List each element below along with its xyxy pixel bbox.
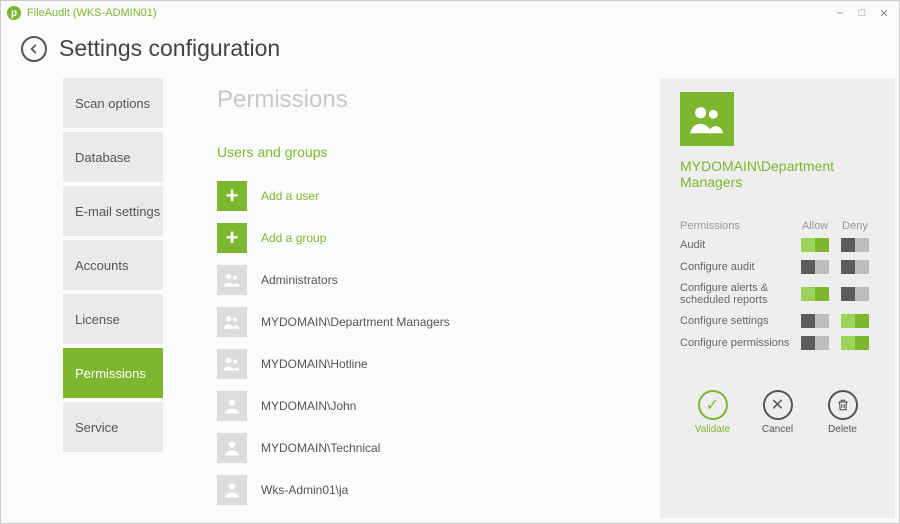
delete-label: Delete	[818, 424, 868, 435]
perm-row-configure-audit: Configure audit	[680, 260, 875, 274]
sidebar-item-label: Accounts	[75, 258, 128, 273]
list-item-label: Administrators	[261, 273, 338, 287]
list-item-label: MYDOMAIN\Hotline	[261, 357, 368, 371]
list-item[interactable]: MYDOMAIN\Technical	[217, 430, 640, 466]
column-deny: Deny	[835, 220, 875, 232]
group-icon	[217, 265, 247, 295]
sidebar-item-accounts[interactable]: Accounts	[63, 240, 163, 294]
window-title: FileAudit (WKS-ADMIN01)	[27, 7, 157, 19]
allow-toggle[interactable]	[801, 314, 829, 328]
list-item[interactable]: MYDOMAIN\Hotline	[217, 346, 640, 382]
plus-icon: +	[217, 181, 247, 211]
titlebar: p FileAudit (WKS-ADMIN01) – □ ✕	[1, 1, 899, 25]
list-item-label: MYDOMAIN\Department Managers	[261, 315, 450, 329]
perm-row-configure-permissions: Configure permissions	[680, 336, 875, 350]
allow-toggle[interactable]	[801, 260, 829, 274]
panel-actions: ✓ Validate ✕ Cancel Delete	[680, 390, 875, 435]
settings-sidebar: Scan options Database E-mail settings Ac…	[1, 78, 169, 518]
list-item[interactable]: MYDOMAIN\Department Managers	[217, 304, 640, 340]
allow-toggle[interactable]	[801, 287, 829, 301]
list-item[interactable]: Administrators	[217, 262, 640, 298]
sidebar-item-database[interactable]: Database	[63, 132, 163, 186]
group-large-icon	[680, 92, 734, 146]
maximize-button[interactable]: □	[853, 7, 871, 19]
minimize-button[interactable]: –	[831, 7, 849, 19]
sidebar-item-label: Scan options	[75, 96, 150, 111]
sidebar-item-service[interactable]: Service	[63, 402, 163, 456]
back-button[interactable]	[21, 36, 47, 62]
deny-toggle[interactable]	[841, 314, 869, 328]
sidebar-item-label: License	[75, 312, 120, 327]
deny-toggle[interactable]	[841, 287, 869, 301]
deny-toggle[interactable]	[841, 260, 869, 274]
add-group-label: Add a group	[261, 231, 326, 245]
perm-label: Configure settings	[680, 315, 795, 327]
list-item-label: Wks-Admin01\ja	[261, 483, 348, 497]
list-item[interactable]: MYDOMAIN\John	[217, 388, 640, 424]
close-button[interactable]: ✕	[875, 7, 893, 20]
group-icon	[217, 349, 247, 379]
perm-row-configure-alerts: Configure alerts & scheduled reports	[680, 282, 875, 306]
arrow-left-icon	[27, 42, 41, 56]
list-item[interactable]: Wks-Admin01\ja	[217, 472, 640, 508]
list-item-label: MYDOMAIN\John	[261, 399, 356, 413]
plus-icon: +	[217, 223, 247, 253]
deny-toggle[interactable]	[841, 238, 869, 252]
sidebar-item-license[interactable]: License	[63, 294, 163, 348]
perm-row-audit: Audit	[680, 238, 875, 252]
users-groups-list: + Add a user + Add a group Administrator…	[217, 178, 640, 508]
main-area: Permissions Users and groups + Add a use…	[169, 78, 660, 518]
user-icon	[217, 391, 247, 421]
app-icon: p	[7, 6, 21, 20]
permissions-table-head: Permissions Allow Deny	[680, 220, 875, 232]
column-permissions: Permissions	[680, 220, 795, 232]
sidebar-item-scan-options[interactable]: Scan options	[63, 78, 163, 132]
perm-label: Configure audit	[680, 261, 795, 273]
page-header: Settings configuration	[1, 25, 899, 78]
panel-title: MYDOMAIN\Department Managers	[680, 158, 875, 190]
page-title: Settings configuration	[59, 35, 280, 62]
perm-label: Configure permissions	[680, 337, 795, 349]
trash-icon	[828, 390, 858, 420]
sidebar-item-permissions[interactable]: Permissions	[63, 348, 163, 402]
perm-row-configure-settings: Configure settings	[680, 314, 875, 328]
validate-button[interactable]: ✓ Validate	[688, 390, 738, 435]
sidebar-item-label: Permissions	[75, 366, 146, 381]
user-icon	[217, 475, 247, 505]
group-icon	[217, 307, 247, 337]
allow-toggle[interactable]	[801, 336, 829, 350]
cancel-button[interactable]: ✕ Cancel	[753, 390, 803, 435]
add-group-action[interactable]: + Add a group	[217, 220, 640, 256]
allow-toggle[interactable]	[801, 238, 829, 252]
sidebar-item-label: Service	[75, 420, 118, 435]
close-icon: ✕	[763, 390, 793, 420]
sidebar-item-label: E-mail settings	[75, 204, 160, 219]
section-title: Permissions	[217, 86, 640, 114]
add-user-label: Add a user	[261, 189, 319, 203]
subsection-title: Users and groups	[217, 144, 640, 160]
permissions-panel: MYDOMAIN\Department Managers Permissions…	[660, 78, 895, 518]
column-allow: Allow	[795, 220, 835, 232]
user-icon	[217, 433, 247, 463]
permissions-table: Permissions Allow Deny Audit Configure a…	[680, 220, 875, 350]
add-user-action[interactable]: + Add a user	[217, 178, 640, 214]
perm-label: Audit	[680, 239, 795, 251]
cancel-label: Cancel	[753, 424, 803, 435]
deny-toggle[interactable]	[841, 336, 869, 350]
check-icon: ✓	[698, 390, 728, 420]
validate-label: Validate	[688, 424, 738, 435]
content: Scan options Database E-mail settings Ac…	[1, 78, 899, 518]
delete-button[interactable]: Delete	[818, 390, 868, 435]
perm-label: Configure alerts & scheduled reports	[680, 282, 795, 306]
list-item-label: MYDOMAIN\Technical	[261, 441, 380, 455]
sidebar-item-email-settings[interactable]: E-mail settings	[63, 186, 163, 240]
sidebar-item-label: Database	[75, 150, 131, 165]
